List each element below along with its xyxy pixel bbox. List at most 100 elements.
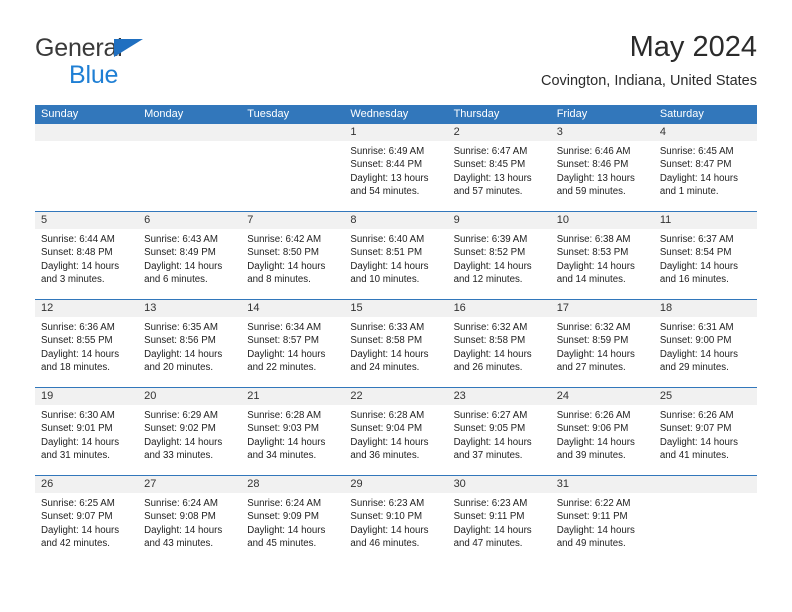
day-sun-info: Sunrise: 6:42 AM Sunset: 8:50 PM Daylight:…	[241, 229, 344, 287]
calendar-day-cell[interactable]: 31 Sunrise: 6:22 AM Sunset: 9:11 PM Dayligh…	[550, 476, 654, 563]
calendar-day-cell[interactable]: 13 Sunrise: 6:35 AM Sunset: 8:56 PM Dayligh…	[138, 300, 242, 387]
sunset-text: Sunset: 9:00 PM	[659, 335, 732, 347]
daylight-text-line1: Daylight: 14 hours	[41, 260, 120, 272]
sunrise-text: Sunrise: 6:34 AM	[247, 322, 322, 333]
daylight-text-line1: Daylight: 13 hours	[453, 172, 532, 184]
daylight-text-line1: Daylight: 14 hours	[556, 524, 635, 536]
calendar-grid: Sunday Monday Tuesday Wednesday Thursday…	[35, 105, 757, 563]
calendar-day-cell[interactable]: 15 Sunrise: 6:33 AM Sunset: 8:58 PM Dayligh…	[344, 300, 448, 387]
weekday-header-monday: Monday	[144, 108, 184, 120]
calendar-day-cell[interactable]: 16 Sunrise: 6:32 AM Sunset: 8:58 PM Dayligh…	[447, 300, 551, 387]
calendar-day-cell[interactable]: 3 Sunrise: 6:46 AM Sunset: 8:46 PM Daylight…	[550, 124, 654, 211]
daylight-text-line2: and 33 minutes.	[144, 450, 214, 462]
daylight-text-line2: and 3 minutes.	[41, 274, 105, 286]
calendar-day-cell[interactable]: 24 Sunrise: 6:26 AM Sunset: 9:06 PM Dayligh…	[550, 388, 654, 475]
sunrise-text: Sunrise: 6:43 AM	[144, 234, 218, 245]
calendar-day-cell[interactable]: 29 Sunrise: 6:23 AM Sunset: 9:10 PM Dayligh…	[344, 476, 448, 563]
calendar-day-cell[interactable]: 17 Sunrise: 6:32 AM Sunset: 8:59 PM Dayligh…	[550, 300, 654, 387]
daylight-text-line2: and 39 minutes.	[556, 450, 626, 462]
day-sun-info: Sunrise: 6:40 AM Sunset: 8:51 PM Daylight:…	[344, 229, 447, 287]
calendar-day-cell[interactable]: 30 Sunrise: 6:23 AM Sunset: 9:11 PM Dayligh…	[447, 476, 551, 563]
day-sun-info: Sunrise: 6:32 AM Sunset: 8:59 PM Daylight:…	[551, 317, 654, 375]
sunset-text: Sunset: 9:04 PM	[350, 423, 423, 435]
sunset-text: Sunset: 9:03 PM	[247, 423, 319, 435]
daylight-text-line2: and 59 minutes.	[556, 186, 626, 198]
calendar-day-cell[interactable]: 23 Sunrise: 6:27 AM Sunset: 9:05 PM Dayligh…	[447, 388, 551, 475]
daylight-text-line2: and 31 minutes.	[41, 450, 110, 462]
calendar-day-cell[interactable]: 20 Sunrise: 6:29 AM Sunset: 9:02 PM Dayligh…	[138, 388, 242, 475]
sunrise-text: Sunrise: 6:32 AM	[453, 322, 528, 333]
day-number-band	[241, 124, 345, 141]
day-number: 7	[247, 214, 254, 226]
calendar-day-cell[interactable]: 6 Sunrise: 6:43 AM Sunset: 8:49 PM Daylight…	[138, 212, 242, 299]
day-number: 18	[659, 302, 673, 314]
calendar-day-cell[interactable]: 2 Sunrise: 6:47 AM Sunset: 8:45 PM Daylight…	[447, 124, 551, 211]
calendar-day-cell[interactable]: 7 Sunrise: 6:42 AM Sunset: 8:50 PM Daylight…	[241, 212, 345, 299]
sunset-text: Sunset: 8:48 PM	[41, 247, 113, 259]
day-number-band: 7	[241, 212, 345, 229]
sunrise-text: Sunrise: 6:30 AM	[41, 410, 115, 421]
daylight-text-line2: and 26 minutes.	[453, 362, 523, 374]
sunrise-text: Sunrise: 6:24 AM	[144, 498, 218, 509]
sunrise-text: Sunrise: 6:35 AM	[144, 322, 218, 333]
day-number-band: 30	[447, 476, 551, 493]
daylight-text-line2: and 45 minutes.	[247, 538, 317, 550]
day-sun-info: Sunrise: 6:35 AM Sunset: 8:56 PM Daylight:…	[138, 317, 241, 375]
day-number: 19	[41, 390, 54, 402]
sunrise-text: Sunrise: 6:32 AM	[556, 322, 631, 333]
calendar-week-row: 26 Sunrise: 6:25 AM Sunset: 9:07 PM Dayligh…	[35, 475, 757, 563]
day-number-band: 9	[447, 212, 551, 229]
calendar-day-cell[interactable]: 22 Sunrise: 6:28 AM Sunset: 9:04 PM Dayligh…	[344, 388, 448, 475]
day-number: 27	[144, 478, 157, 490]
calendar-day-cell-empty	[35, 124, 139, 211]
daylight-text-line2: and 46 minutes.	[350, 538, 420, 550]
sunset-text: Sunset: 8:58 PM	[350, 335, 423, 347]
calendar-day-cell[interactable]: 9 Sunrise: 6:39 AM Sunset: 8:52 PM Daylight…	[447, 212, 551, 299]
calendar-day-cell[interactable]: 25 Sunrise: 6:26 AM Sunset: 9:07 PM Dayligh…	[653, 388, 757, 475]
calendar-day-cell[interactable]: 28 Sunrise: 6:24 AM Sunset: 9:09 PM Dayligh…	[241, 476, 345, 563]
day-number: 25	[659, 390, 673, 402]
daylight-text-line2: and 43 minutes.	[144, 538, 214, 550]
calendar-day-cell[interactable]: 19 Sunrise: 6:30 AM Sunset: 9:01 PM Dayligh…	[35, 388, 139, 475]
sunset-text: Sunset: 8:45 PM	[453, 159, 526, 171]
daylight-text-line2: and 42 minutes.	[41, 538, 110, 550]
sunrise-text: Sunrise: 6:47 AM	[453, 146, 528, 157]
sunrise-text: Sunrise: 6:46 AM	[556, 146, 631, 157]
calendar-day-cell[interactable]: 8 Sunrise: 6:40 AM Sunset: 8:51 PM Daylight…	[344, 212, 448, 299]
day-number-band: 11	[653, 212, 757, 229]
sunrise-text: Sunrise: 6:27 AM	[453, 410, 528, 421]
daylight-text-line1: Daylight: 14 hours	[659, 348, 738, 360]
sunset-text: Sunset: 8:57 PM	[247, 335, 319, 347]
day-number-band: 6	[138, 212, 242, 229]
day-number-band: 12	[35, 300, 139, 317]
triangle-icon	[114, 39, 143, 57]
day-number: 5	[41, 214, 48, 226]
weekday-header-saturday: Saturday	[659, 108, 704, 120]
calendar-day-cell[interactable]: 1 Sunrise: 6:49 AM Sunset: 8:44 PM Daylight…	[344, 124, 448, 211]
general-blue-logo[interactable]: General Blue	[35, 36, 165, 88]
sunset-text: Sunset: 9:11 PM	[556, 511, 628, 523]
calendar-day-cell[interactable]: 10 Sunrise: 6:38 AM Sunset: 8:53 PM Dayligh…	[550, 212, 654, 299]
day-number-band	[653, 476, 757, 493]
daylight-text-line2: and 37 minutes.	[453, 450, 523, 462]
day-number-band: 13	[138, 300, 242, 317]
calendar-day-cell[interactable]: 11 Sunrise: 6:37 AM Sunset: 8:54 PM Dayligh…	[653, 212, 757, 299]
day-number-band: 26	[35, 476, 139, 493]
calendar-day-cell[interactable]: 27 Sunrise: 6:24 AM Sunset: 9:08 PM Dayligh…	[138, 476, 242, 563]
weekday-header-friday: Friday	[556, 108, 588, 120]
calendar-day-cell[interactable]: 14 Sunrise: 6:34 AM Sunset: 8:57 PM Dayligh…	[241, 300, 345, 387]
day-number-band: 25	[653, 388, 757, 405]
day-sun-info: Sunrise: 6:43 AM Sunset: 8:49 PM Daylight:…	[138, 229, 241, 287]
calendar-day-cell[interactable]: 21 Sunrise: 6:28 AM Sunset: 9:03 PM Dayligh…	[241, 388, 345, 475]
sunset-text: Sunset: 8:54 PM	[659, 247, 732, 259]
calendar-day-cell[interactable]: 4 Sunrise: 6:45 AM Sunset: 8:47 PM Daylight…	[653, 124, 757, 211]
calendar-day-cell[interactable]: 12 Sunrise: 6:36 AM Sunset: 8:55 PM Dayligh…	[35, 300, 139, 387]
day-number-band: 8	[344, 212, 448, 229]
calendar-day-cell[interactable]: 18 Sunrise: 6:31 AM Sunset: 9:00 PM Dayligh…	[653, 300, 757, 387]
calendar-day-cell[interactable]: 26 Sunrise: 6:25 AM Sunset: 9:07 PM Dayligh…	[35, 476, 139, 563]
daylight-text-line2: and 10 minutes.	[350, 274, 420, 286]
calendar-day-cell[interactable]: 5 Sunrise: 6:44 AM Sunset: 8:48 PM Daylight…	[35, 212, 139, 299]
daylight-text-line1: Daylight: 14 hours	[453, 436, 532, 448]
day-sun-info: Sunrise: 6:36 AM Sunset: 8:55 PM Daylight:…	[35, 317, 138, 375]
day-number-band: 17	[550, 300, 654, 317]
